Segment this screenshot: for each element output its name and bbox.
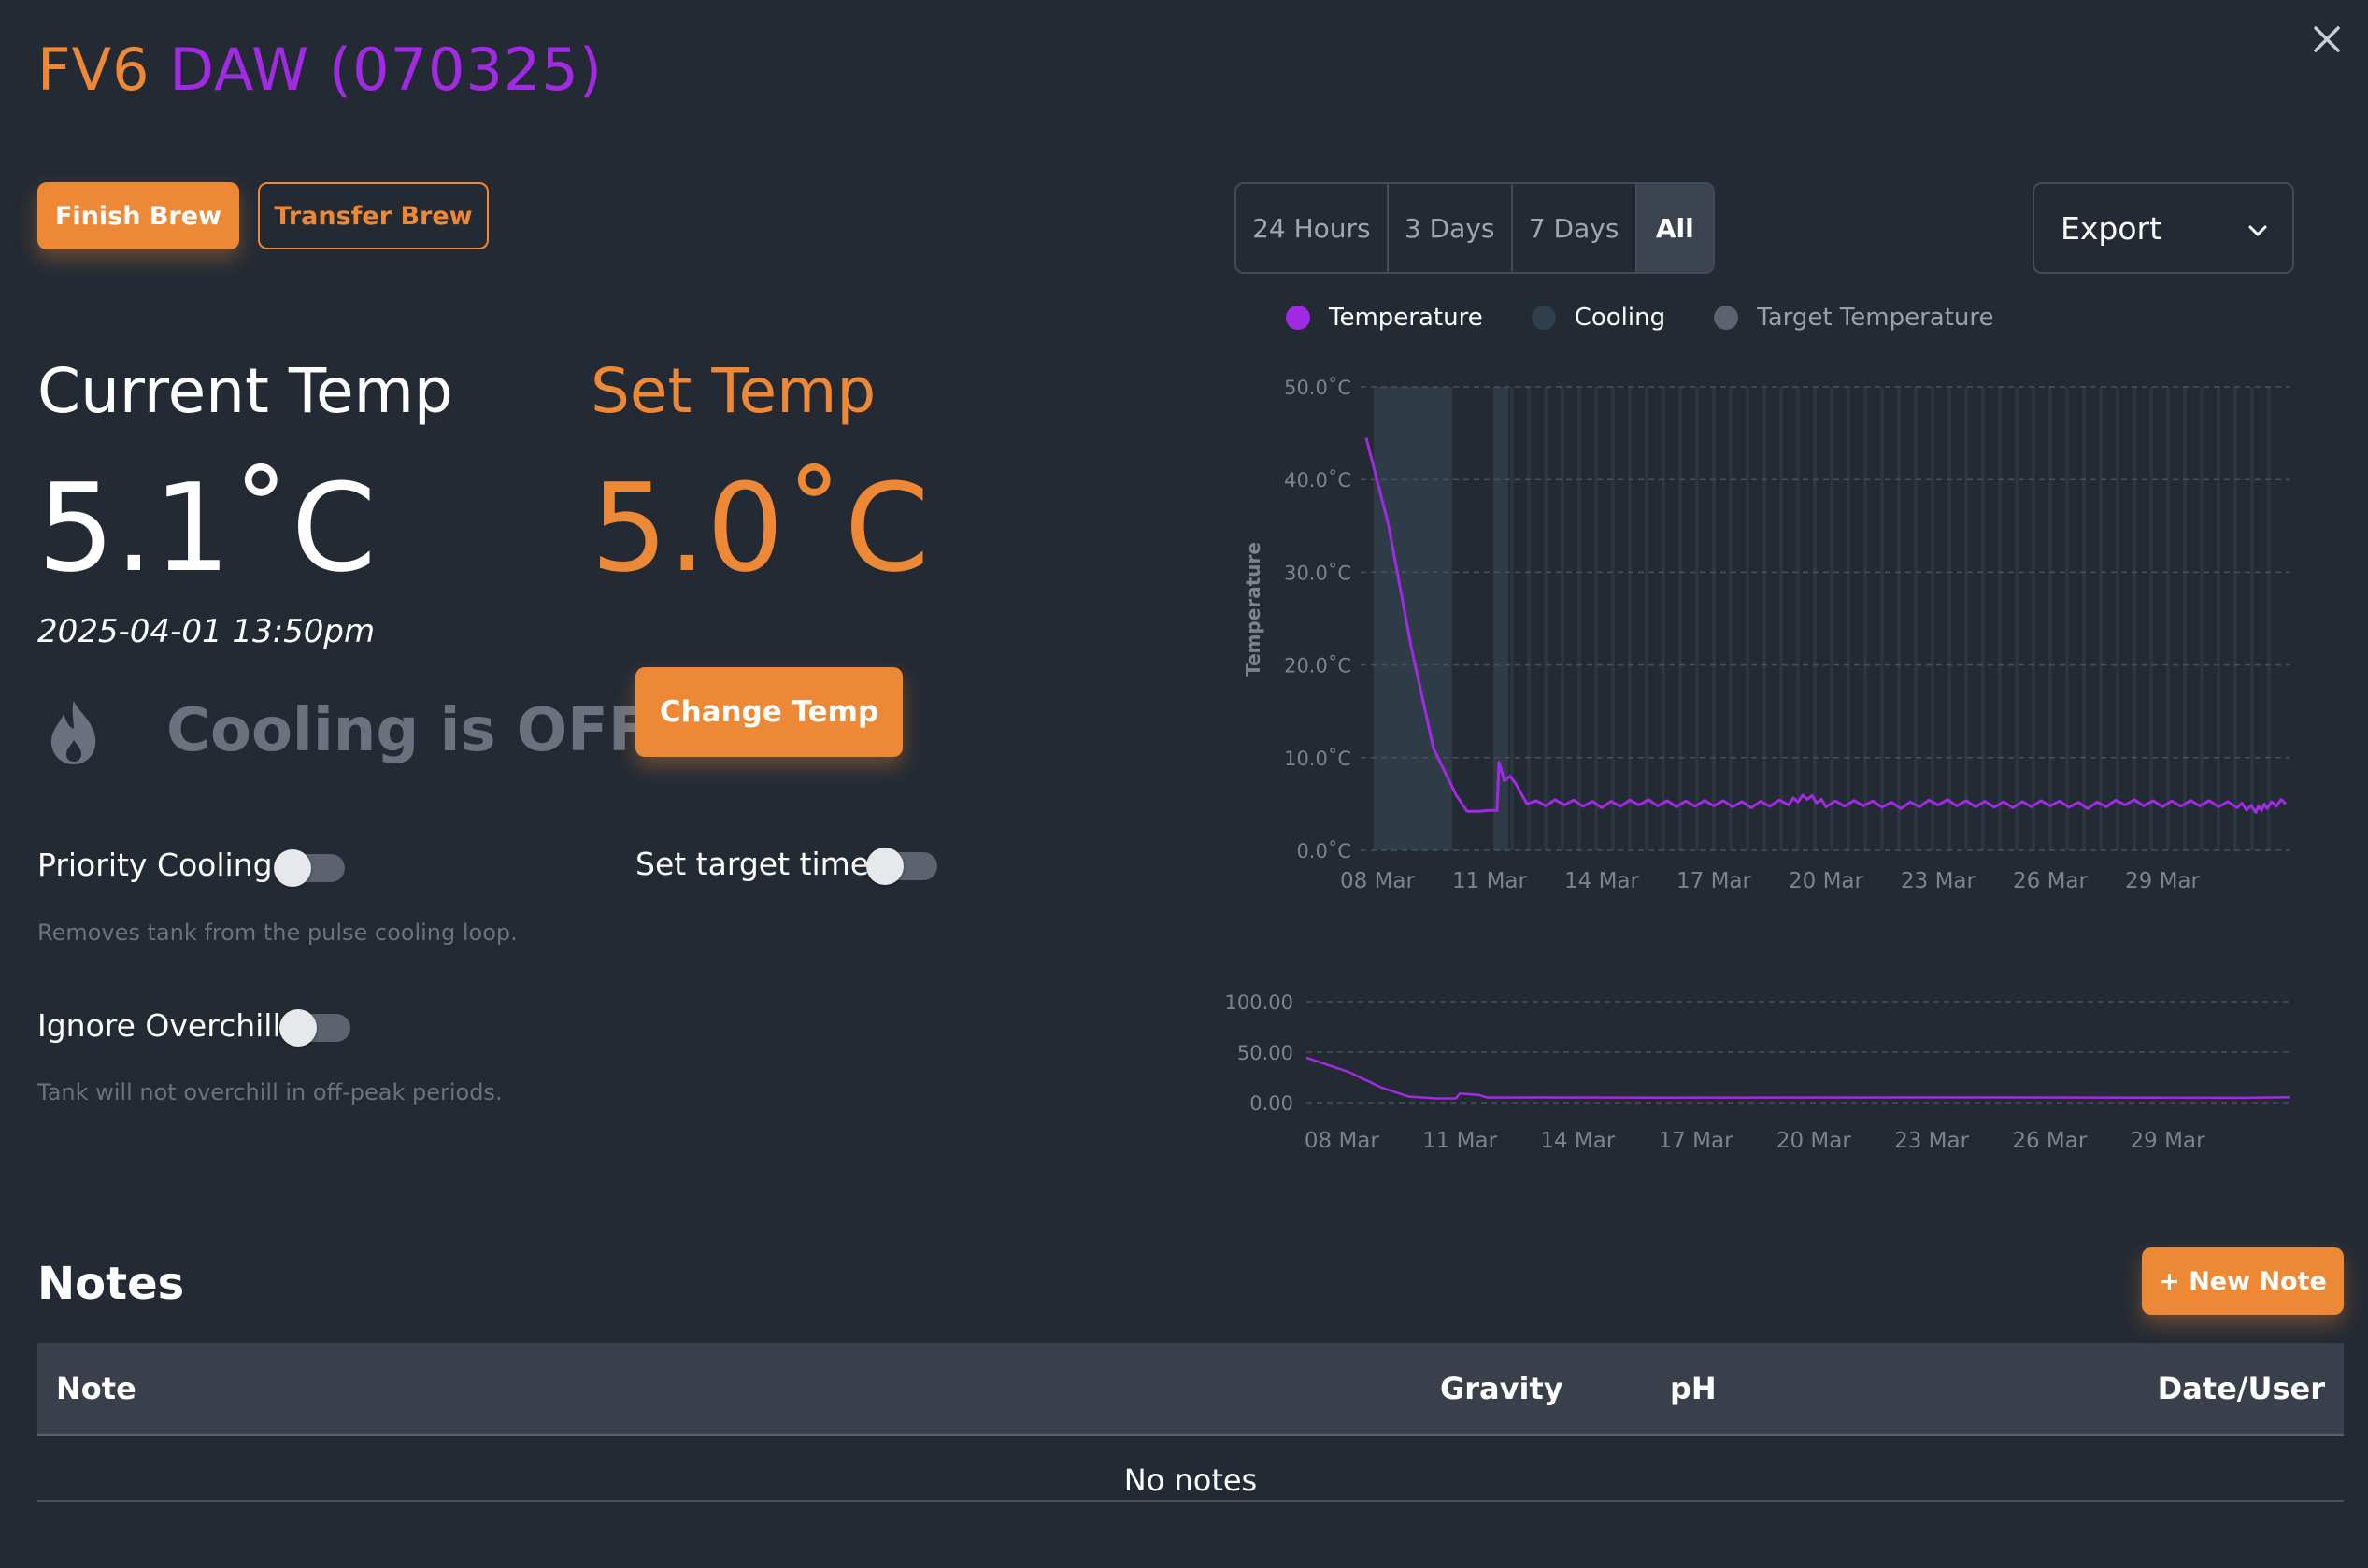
range-navigator-chart[interactable]: 100.00 50.00 0.00 08 Mar 11 Mar 14 Mar 17 Mar… bbox=[1205, 972, 2318, 1168]
flame-icon bbox=[45, 699, 103, 766]
y-tick-label: 40.0˚C bbox=[1284, 469, 1351, 492]
close-icon[interactable] bbox=[2306, 19, 2347, 60]
transfer-brew-button[interactable]: Transfer Brew bbox=[258, 182, 489, 249]
legend-cooling[interactable]: Cooling bbox=[1531, 304, 1666, 332]
notes-table: Note Gravity pH Date/User No notes bbox=[37, 1343, 2344, 1502]
brew-name: DAW (070325) bbox=[169, 36, 603, 104]
x-tick-label: 17 Mar bbox=[1676, 869, 1752, 893]
y-axis-label: Temperature bbox=[1242, 542, 1264, 677]
tab-all[interactable]: All bbox=[1636, 184, 1713, 272]
finish-brew-button[interactable]: Finish Brew bbox=[37, 182, 239, 249]
legend-dot bbox=[1714, 306, 1739, 330]
column-ph[interactable]: pH bbox=[1670, 1371, 1717, 1406]
tank-id: FV6 bbox=[37, 36, 150, 104]
range-tabs: 24 Hours 3 Days 7 Days All bbox=[1234, 182, 1715, 274]
navigator-series-line bbox=[1305, 1056, 2290, 1100]
x-tick-label: 29 Mar bbox=[2125, 869, 2201, 893]
notes-table-header: Note Gravity pH Date/User bbox=[37, 1343, 2344, 1436]
y-tick-label: 0.00 bbox=[1249, 1092, 1293, 1115]
toggle-knob bbox=[866, 848, 904, 885]
y-tick-label: 0.0˚C bbox=[1296, 840, 1351, 862]
temp-timestamp: 2025-04-01 13:50pm bbox=[37, 613, 376, 650]
legend-label: Temperature bbox=[1329, 304, 1483, 332]
x-tick-label: 11 Mar bbox=[1422, 1129, 1498, 1153]
ignore-overchill-label: Ignore Overchill bbox=[37, 1007, 281, 1044]
y-tick-label: 10.0˚C bbox=[1284, 748, 1351, 770]
x-tick-label: 26 Mar bbox=[2013, 869, 2089, 893]
change-temp-button[interactable]: Change Temp bbox=[635, 667, 903, 757]
export-label: Export bbox=[2061, 209, 2162, 247]
toggle-knob bbox=[279, 1009, 317, 1047]
y-tick-label: 50.0˚C bbox=[1284, 377, 1351, 399]
y-tick-label: 50.00 bbox=[1237, 1042, 1293, 1064]
current-temp-label: Current Temp bbox=[37, 355, 453, 427]
ignore-overchill-toggle[interactable] bbox=[279, 1009, 350, 1047]
cooling-status: Cooling is OFF bbox=[166, 696, 649, 765]
toggle-knob bbox=[274, 849, 311, 887]
x-tick-label: 14 Mar bbox=[1564, 869, 1640, 893]
set-temp-value: 5.0˚C bbox=[591, 457, 930, 599]
priority-cooling-toggle[interactable] bbox=[274, 849, 345, 887]
x-tick-label: 08 Mar bbox=[1340, 869, 1416, 893]
column-date-user[interactable]: Date/User bbox=[2158, 1371, 2325, 1406]
ignore-overchill-help: Tank will not overchill in off-peak peri… bbox=[37, 1079, 503, 1105]
legend-dot bbox=[1286, 306, 1310, 330]
chevron-down-icon bbox=[2244, 216, 2272, 244]
x-tick-label: 20 Mar bbox=[1776, 1129, 1852, 1153]
set-target-time-label: Set target time bbox=[635, 846, 870, 882]
export-dropdown[interactable]: Export bbox=[2033, 182, 2294, 274]
x-tick-label: 17 Mar bbox=[1659, 1129, 1734, 1153]
priority-cooling-help: Removes tank from the pulse cooling loop… bbox=[37, 919, 518, 946]
x-tick-label: 26 Mar bbox=[2012, 1129, 2088, 1153]
tab-3-days[interactable]: 3 Days bbox=[1389, 184, 1513, 272]
column-gravity[interactable]: Gravity bbox=[1440, 1371, 1563, 1406]
y-tick-label: 30.0˚C bbox=[1284, 562, 1351, 584]
tank-detail-panel: FV6 DAW (070325) Finish Brew Transfer Br… bbox=[0, 0, 2368, 1568]
legend-target-temperature[interactable]: Target Temperature bbox=[1714, 304, 1994, 332]
tab-24-hours[interactable]: 24 Hours bbox=[1236, 184, 1389, 272]
tab-7-days[interactable]: 7 Days bbox=[1513, 184, 1637, 272]
x-tick-label: 11 Mar bbox=[1452, 869, 1528, 893]
chart-legend: Temperature Cooling Target Temperature bbox=[1286, 301, 2043, 335]
cooling-band bbox=[1374, 387, 1452, 850]
x-tick-label: 20 Mar bbox=[1789, 869, 1864, 893]
y-tick-label: 100.00 bbox=[1225, 991, 1293, 1014]
x-tick-label: 23 Mar bbox=[1894, 1129, 1970, 1153]
legend-label: Target Temperature bbox=[1757, 304, 1994, 332]
notes-empty-message: No notes bbox=[1123, 1462, 1258, 1498]
x-tick-label: 08 Mar bbox=[1305, 1129, 1380, 1153]
legend-temperature[interactable]: Temperature bbox=[1286, 304, 1483, 332]
table-row: No notes bbox=[37, 1436, 2344, 1502]
page-title: FV6 DAW (070325) bbox=[37, 36, 603, 104]
x-tick-label: 23 Mar bbox=[1901, 869, 1976, 893]
column-note[interactable]: Note bbox=[56, 1371, 136, 1406]
x-tick-label: 29 Mar bbox=[2131, 1129, 2206, 1153]
current-temp-value: 5.1˚C bbox=[37, 457, 377, 599]
legend-label: Cooling bbox=[1574, 304, 1666, 332]
set-temp-label: Set Temp bbox=[591, 355, 877, 427]
y-tick-label: 20.0˚C bbox=[1284, 655, 1351, 677]
priority-cooling-label: Priority Cooling bbox=[37, 847, 273, 883]
x-tick-label: 14 Mar bbox=[1540, 1129, 1616, 1153]
set-target-time-toggle[interactable] bbox=[866, 848, 937, 885]
new-note-button[interactable]: + New Note bbox=[2142, 1247, 2344, 1315]
legend-dot bbox=[1531, 306, 1556, 330]
notes-title: Notes bbox=[37, 1258, 185, 1310]
temperature-chart: 50.0˚C 40.0˚C 30.0˚C 20.0˚C 10.0˚C 0.0˚C 08 M… bbox=[1242, 377, 2290, 893]
